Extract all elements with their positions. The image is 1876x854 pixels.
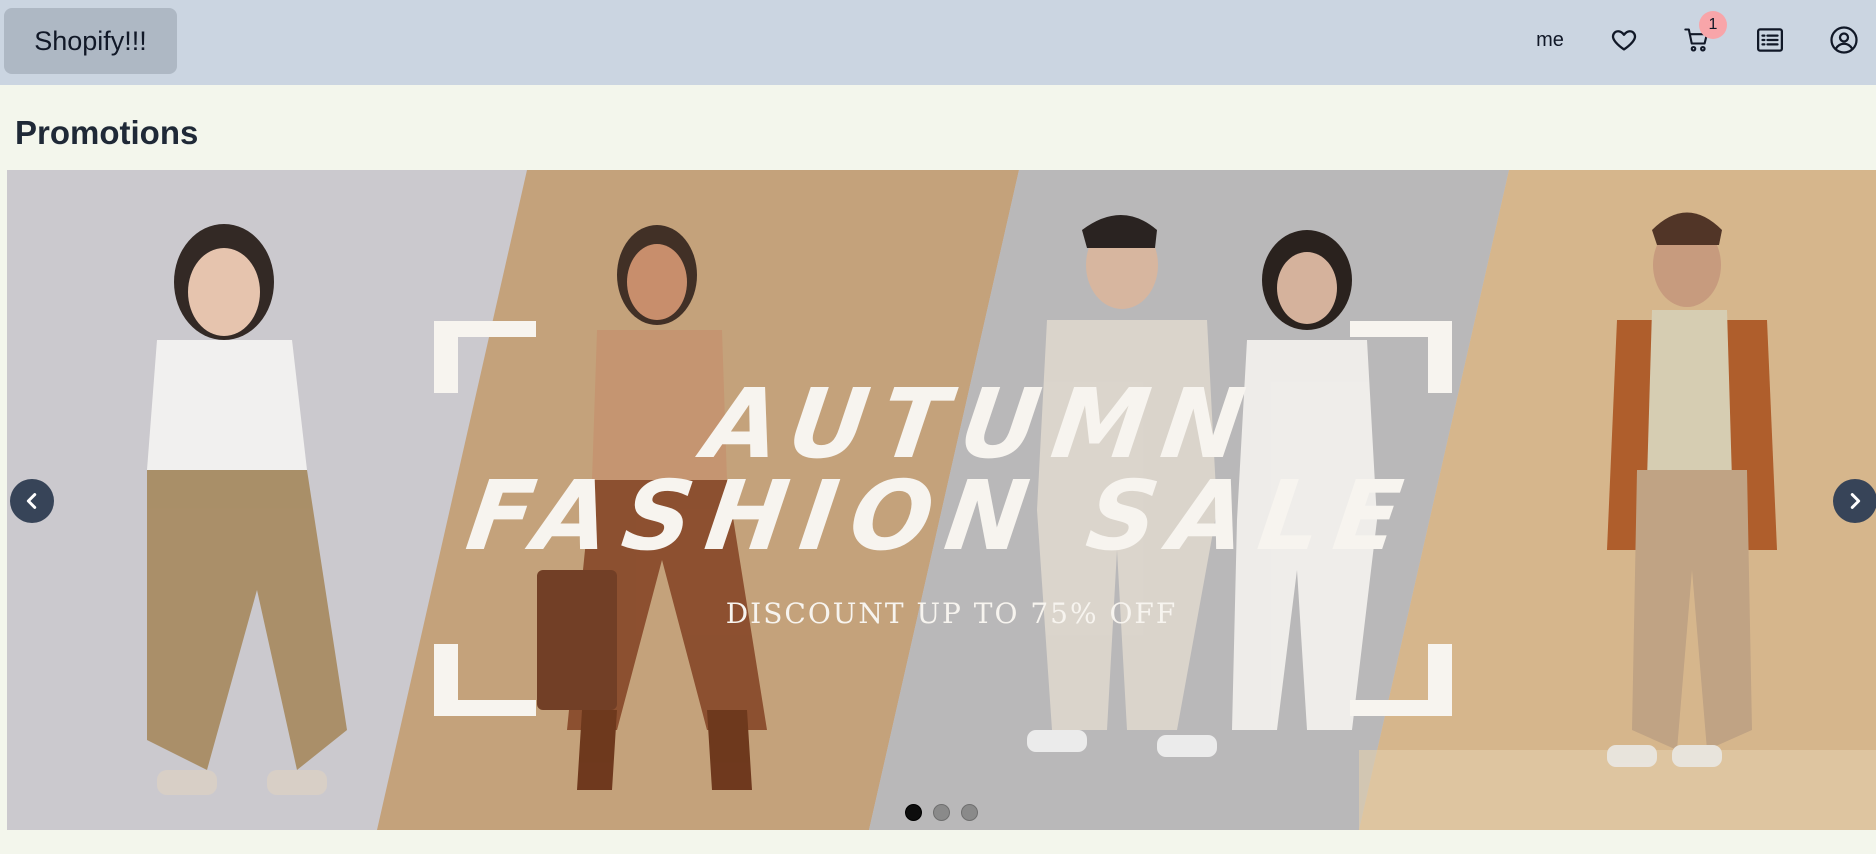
chevron-left-icon: [26, 493, 37, 509]
brand-button[interactable]: Shopify!!!: [4, 8, 177, 74]
carousel-dot-3[interactable]: [961, 804, 978, 821]
carousel-next-button[interactable]: [1833, 479, 1876, 523]
carousel-indicators: [905, 804, 978, 821]
promo-line-discount: DISCOUNT UP TO 75% OFF: [725, 597, 1178, 630]
user-circle-icon[interactable]: [1824, 20, 1864, 60]
carousel-dot-1[interactable]: [905, 804, 922, 821]
carousel-prev-button[interactable]: [10, 479, 54, 523]
list-icon[interactable]: [1750, 20, 1790, 60]
cart-count-badge: 1: [1699, 11, 1727, 39]
promotions-title: Promotions: [15, 114, 199, 151]
chevron-right-icon: [1850, 493, 1861, 509]
promo-line-fashion-sale: FASHION SALE: [460, 460, 1423, 572]
promotions-carousel[interactable]: AUTUMN FASHION SALE DISCOUNT UP TO 75% O…: [7, 170, 1876, 830]
navbar: Shopify!!! me 1: [0, 0, 1876, 85]
user-menu-link[interactable]: me: [1520, 20, 1580, 60]
heart-icon[interactable]: [1604, 20, 1644, 60]
carousel-dot-2[interactable]: [933, 804, 950, 821]
promo-banner-text: AUTUMN FASHION SALE DISCOUNT UP TO 75% O…: [7, 170, 1876, 830]
